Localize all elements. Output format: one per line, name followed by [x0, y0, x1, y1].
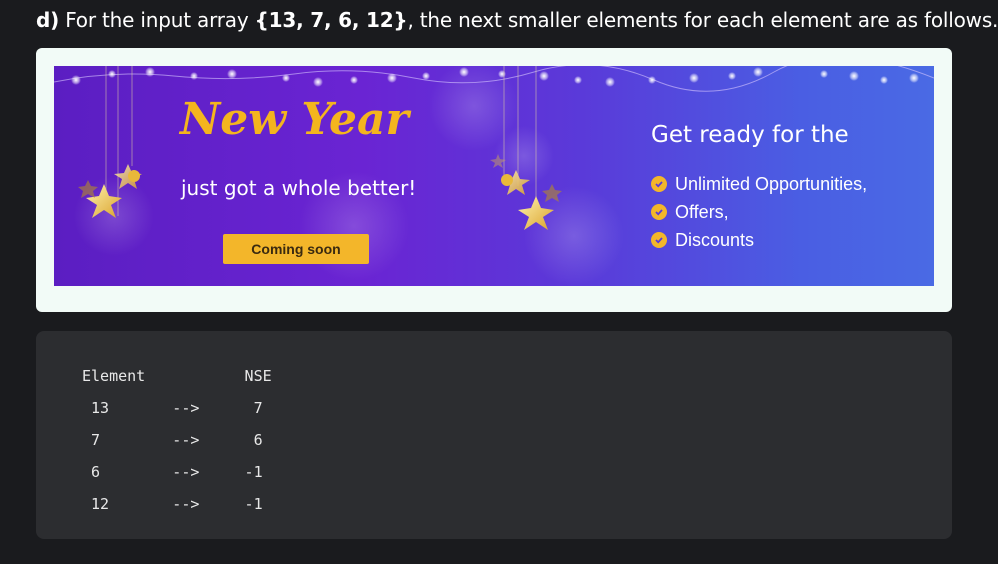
feature-label: Discounts — [675, 230, 755, 250]
new-year-banner[interactable]: New Year just got a whole better! Coming… — [54, 66, 934, 286]
get-ready-heading: Get ready for the — [651, 122, 849, 148]
code-line: 12 --> -1 — [82, 495, 263, 513]
new-year-title: New Year — [180, 94, 409, 145]
heading-array: {13, 7, 6, 12} — [254, 8, 408, 32]
check-circle-icon — [651, 204, 667, 220]
code-line-header: Element NSE — [82, 367, 272, 385]
code-line: 7 --> 6 — [82, 431, 263, 449]
heading-text-before: For the input array — [59, 8, 255, 32]
code-line: 6 --> -1 — [82, 463, 263, 481]
advertisement-card: New Year just got a whole better! Coming… — [36, 48, 952, 312]
check-circle-icon — [651, 232, 667, 248]
feature-label: Unlimited Opportunities, — [675, 174, 868, 194]
feature-item: Unlimited Opportunities, — [651, 170, 867, 198]
question-heading: d) For the input array {13, 7, 6, 12}, t… — [36, 6, 998, 34]
feature-item: Offers, — [651, 198, 867, 226]
code-output: Element NSE 13 --> 7 7 --> 6 6 --> -1 12… — [82, 360, 272, 520]
output-code-block: Element NSE 13 --> 7 7 --> 6 6 --> -1 12… — [36, 331, 952, 539]
question-label: d) — [36, 8, 60, 32]
new-year-subtitle: just got a whole better! — [181, 176, 417, 200]
coming-soon-button[interactable]: Coming soon — [223, 234, 369, 264]
feature-label: Offers, — [675, 202, 729, 222]
feature-list: Unlimited Opportunities, Offers, Discoun… — [651, 170, 867, 254]
check-circle-icon — [651, 176, 667, 192]
heading-text-after: , the next smaller elements for each ele… — [407, 8, 998, 32]
code-line: 13 --> 7 — [82, 399, 263, 417]
feature-item: Discounts — [651, 226, 867, 254]
